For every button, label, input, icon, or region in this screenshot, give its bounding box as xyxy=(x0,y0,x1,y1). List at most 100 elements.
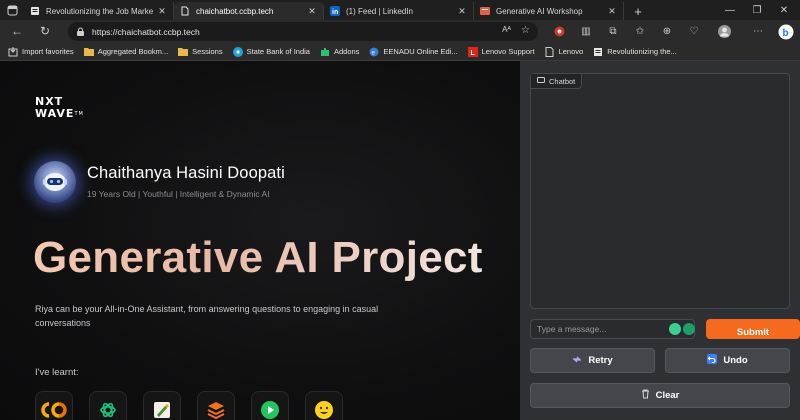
more-menu-icon[interactable]: ⋯ xyxy=(748,21,768,42)
close-icon[interactable]: ✕ xyxy=(607,6,617,16)
url-text: https://chaichatbot.ccbp.tech xyxy=(92,26,200,37)
bookmark-label: Aggregated Bookm... xyxy=(97,47,169,56)
linkedin-icon: in xyxy=(330,6,340,16)
tab-title: Revolutionizing the Job Market | xyxy=(46,6,153,16)
layers-icon xyxy=(197,391,235,420)
tab-title: chaichatbot.ccbp.tech xyxy=(196,6,274,16)
clear-button[interactable]: Clear xyxy=(530,383,790,408)
chatbot-label-text: Chatbot xyxy=(549,76,576,86)
split-screen-icon[interactable]: ▥ xyxy=(576,21,596,42)
retry-button[interactable]: Retry xyxy=(530,348,655,373)
browser-essentials-icon[interactable]: ♡ xyxy=(684,21,704,42)
bookmark-sbi[interactable]: State Bank of India xyxy=(232,46,310,57)
chat-bubble-icon xyxy=(537,76,545,86)
page-icon xyxy=(593,47,603,57)
sbi-icon xyxy=(232,46,243,57)
back-arrow-icon[interactable]: ← xyxy=(6,20,28,42)
bookmark-aggregated[interactable]: Aggregated Bookm... xyxy=(83,47,169,57)
window-close-icon[interactable]: ✕ xyxy=(772,0,796,20)
learnt-label: I've learnt: xyxy=(35,367,79,378)
avatar xyxy=(34,161,76,203)
bookmark-label: State Bank of India xyxy=(246,47,310,56)
read-aloud-icon[interactable]: Aᴬ xyxy=(502,25,511,36)
message-row: Submit xyxy=(530,319,800,339)
bookmark-addons[interactable]: Addons xyxy=(320,47,359,57)
undo-button[interactable]: Undo xyxy=(665,348,790,373)
bookmark-lenovo-support[interactable]: L Lenovo Support xyxy=(467,46,535,57)
close-icon[interactable]: ✕ xyxy=(157,6,167,16)
chat-history[interactable]: Chatbot xyxy=(530,73,790,309)
tab-linkedin[interactable]: in (1) Feed | LinkedIn ✕ xyxy=(324,2,474,20)
import-icon xyxy=(8,46,18,57)
nxtwave-logo: NXT WAVETM xyxy=(35,96,84,120)
retry-icon xyxy=(572,355,582,367)
extension-red-icon[interactable] xyxy=(549,21,569,42)
bookmark-lenovo[interactable]: Lenovo xyxy=(545,46,584,57)
trash-icon xyxy=(641,389,650,402)
bookmark-label: Import favorites xyxy=(22,47,74,56)
huggingface-icon xyxy=(305,391,343,420)
copilot-icon[interactable]: b xyxy=(776,21,796,42)
folder-icon xyxy=(83,47,94,57)
tab-title: (1) Feed | LinkedIn xyxy=(346,6,414,16)
minimize-icon[interactable]: — xyxy=(718,0,742,20)
bookmark-import-favorites[interactable]: Import favorites xyxy=(8,46,74,57)
submit-button[interactable]: Submit xyxy=(706,319,800,339)
new-tab-button[interactable]: + xyxy=(628,2,648,20)
play-icon xyxy=(251,391,289,420)
bookmark-label: Addons xyxy=(333,47,360,56)
hero-section: NXT WAVETM Chaithanya Hasini Doopati 19 … xyxy=(0,61,520,420)
assistant-extension-icon[interactable] xyxy=(683,323,695,335)
tab-generative-ai-workshop[interactable]: Generative AI Workshop ✕ xyxy=(474,2,624,20)
chatbot-label: Chatbot xyxy=(531,74,583,89)
web-page: NXT WAVETM Chaithanya Hasini Doopati 19 … xyxy=(0,61,800,420)
lenovo-icon: L xyxy=(467,46,478,57)
eenadu-icon: e xyxy=(369,47,379,57)
retry-label: Retry xyxy=(588,355,613,366)
favorite-star-icon[interactable]: ☆ xyxy=(521,25,530,36)
bookmarks-bar: Import favorites Aggregated Bookm... Ses… xyxy=(0,43,800,61)
bookmark-label: Revolutionizing the... xyxy=(607,47,677,56)
workshop-favicon-icon xyxy=(480,6,490,16)
svg-text:in: in xyxy=(332,9,338,16)
bookmark-label: Lenovo xyxy=(558,47,584,56)
browser-tab-strip: Revolutionizing the Job Market | ✕ chaic… xyxy=(0,0,800,20)
openai-icon xyxy=(89,391,127,420)
colab-icon xyxy=(35,391,73,420)
project-description: Riya can be your All-in-One Assistant, f… xyxy=(35,304,379,328)
bookmark-sessions[interactable]: Sessions xyxy=(178,47,223,57)
profile-avatar-icon[interactable] xyxy=(714,21,734,42)
tools-list xyxy=(35,391,343,420)
restore-icon[interactable]: ❐ xyxy=(745,0,769,20)
robot-icon xyxy=(43,173,67,191)
extensions-puzzle-icon[interactable]: ⧉ xyxy=(603,21,623,42)
bookmark-label: Sessions xyxy=(192,47,223,56)
close-icon[interactable]: ✕ xyxy=(457,6,467,16)
page-icon xyxy=(545,46,555,57)
bookmark-label: EENADU Online Edi... xyxy=(383,47,458,56)
tab-chaichatbot[interactable]: chaichatbot.ccbp.tech ✕ xyxy=(174,2,324,20)
close-icon[interactable]: ✕ xyxy=(307,6,317,16)
bot-tagline: 19 Years Old | Youthful | Intelligent & … xyxy=(87,189,270,199)
logo-line-2: WAVE xyxy=(35,107,75,120)
bookmark-eenadu[interactable]: e EENADU Online Edi... xyxy=(369,47,458,57)
tab-actions-icon[interactable] xyxy=(0,0,24,20)
folder-icon xyxy=(178,47,189,57)
favorites-icon[interactable]: ✩ xyxy=(630,21,650,42)
svg-text:b: b xyxy=(783,28,789,39)
tab-revolutionizing[interactable]: Revolutionizing the Job Market | ✕ xyxy=(24,2,174,20)
page-title: Generative AI Project xyxy=(33,233,483,282)
undo-icon xyxy=(707,354,718,367)
bookmark-revolutionizing[interactable]: Revolutionizing the... xyxy=(593,47,677,57)
lock-icon xyxy=(76,27,86,37)
refresh-icon[interactable]: ↻ xyxy=(34,20,56,42)
clear-label: Clear xyxy=(655,390,680,401)
browser-toolbar: ← ↻ https://chaichatbot.ccbp.tech Aᴬ ☆ ▥… xyxy=(0,20,800,43)
address-bar[interactable]: https://chaichatbot.ccbp.tech Aᴬ ☆ xyxy=(68,22,538,41)
svg-text:L: L xyxy=(470,50,475,57)
chat-panel: Chatbot Submit Retry Undo Clear xyxy=(520,61,800,420)
pen-tool-icon xyxy=(143,391,181,420)
puzzle-icon xyxy=(320,47,330,57)
grammarly-icon[interactable] xyxy=(669,323,681,335)
collections-icon[interactable]: ⊕ xyxy=(657,21,677,42)
